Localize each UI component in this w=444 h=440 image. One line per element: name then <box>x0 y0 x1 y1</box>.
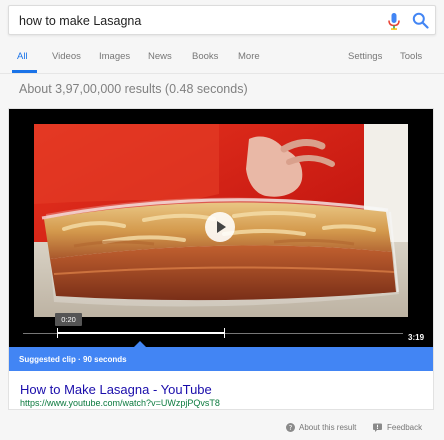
play-button[interactable] <box>205 212 235 242</box>
tab-all[interactable]: All <box>17 51 28 62</box>
tab-videos[interactable]: Videos <box>52 51 81 62</box>
video-duration: 3:19 <box>408 333 425 342</box>
tab-books[interactable]: Books <box>192 51 218 62</box>
tab-tools[interactable]: Tools <box>400 51 422 62</box>
search-tabs: All Videos Images News Books More Settin… <box>0 38 444 73</box>
clip-start-time: 0:20 <box>55 313 82 326</box>
feedback-icon <box>373 423 382 432</box>
search-icon[interactable] <box>412 12 429 29</box>
result-stats: About 3,97,00,000 results (0.48 seconds) <box>19 82 248 96</box>
feedback-link[interactable]: Feedback <box>387 423 422 432</box>
tab-images[interactable]: Images <box>99 51 130 62</box>
clip-start-marker[interactable] <box>57 328 58 338</box>
video-player[interactable]: 0:20 3:19 <box>9 109 433 347</box>
search-input[interactable] <box>19 11 359 31</box>
suggested-clip-banner[interactable]: Suggested clip · 90 seconds <box>9 347 433 371</box>
about-this-result-link[interactable]: About this result <box>299 423 356 432</box>
help-icon: ? <box>286 423 295 432</box>
clip-end-marker[interactable] <box>224 328 225 338</box>
result-url: https://www.youtube.com/watch?v=UWzpjPQv… <box>20 398 220 408</box>
search-box[interactable] <box>8 5 436 35</box>
suggested-clip-range[interactable] <box>57 332 224 334</box>
microphone-icon[interactable] <box>387 13 401 30</box>
tab-news[interactable]: News <box>148 51 172 62</box>
tab-settings[interactable]: Settings <box>348 51 382 62</box>
tab-more[interactable]: More <box>238 51 260 62</box>
featured-video-card: 0:20 3:19 Suggested clip · 90 seconds Ho… <box>8 108 434 410</box>
result-title-link[interactable]: How to Make Lasagna - YouTube <box>20 382 212 397</box>
svg-text:?: ? <box>289 424 293 432</box>
tabs-divider <box>0 73 444 74</box>
suggested-clip-label: Suggested clip · 90 seconds <box>19 355 127 364</box>
